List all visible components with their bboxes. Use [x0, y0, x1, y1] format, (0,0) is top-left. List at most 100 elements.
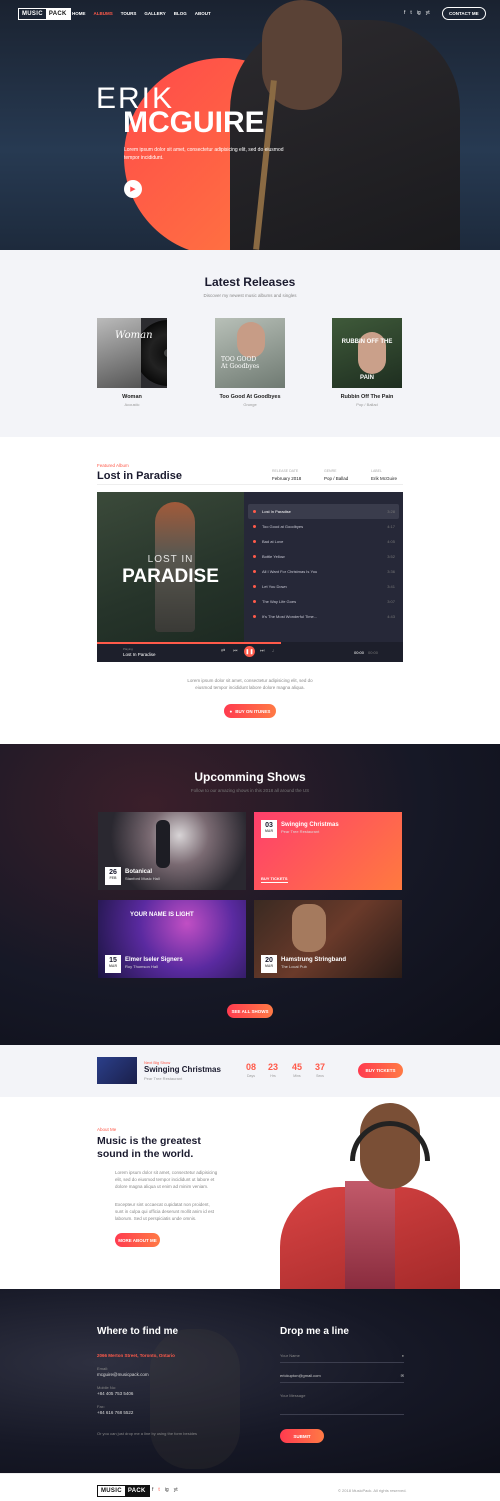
face-photo	[237, 322, 265, 358]
logo-text-b: PACK	[45, 9, 70, 19]
countdown-unit: Secs	[316, 1074, 324, 1078]
address: 2066 Merton Street, Toronto, Ontario	[97, 1353, 175, 1358]
track-name: The Way Life Goes	[262, 599, 297, 604]
hero-play-button[interactable]: ▶	[124, 180, 142, 198]
nav-home[interactable]: HOME	[72, 11, 86, 16]
shuffle-icon[interactable]: ⇄	[221, 648, 225, 654]
logo[interactable]: MUSIC PACK	[18, 8, 71, 20]
now-playing-title: Lost In Paradise	[123, 652, 156, 657]
meta-label: Genre	[324, 469, 337, 473]
hero-text: Lorem ipsum dolor sit amet, consectetur …	[124, 147, 284, 161]
meta-value: Pop / Ballad	[324, 476, 349, 481]
logo-text-a: MUSIC	[101, 1488, 122, 1494]
countdown-days: 08 Days	[243, 1062, 259, 1078]
youtube-icon[interactable]: yt	[174, 1487, 178, 1493]
submit-button[interactable]: SUBMIT	[280, 1429, 324, 1443]
about-title: Music is the greatest sound in the world…	[97, 1135, 201, 1160]
see-all-shows-button[interactable]: SEE ALL SHOWS	[227, 1004, 273, 1018]
track-dot	[253, 525, 256, 528]
track-item[interactable]: All I Want For Christmas Is You 3:36	[244, 564, 403, 579]
countdown-number: 37	[314, 1062, 325, 1072]
album-cover-rubbin[interactable]: RUBBIN OFF THE PAIN	[332, 318, 402, 388]
album-name[interactable]: Rubbin Off The Pain	[322, 394, 412, 400]
apple-icon: ●	[229, 708, 233, 714]
prev-icon[interactable]: ⏮	[233, 648, 238, 654]
show-card[interactable]: YOUR NAME IS LIGHT 15 MAR Elmer Iseler Si…	[98, 900, 246, 978]
track-item[interactable]: Lost In Paradise 3:28	[248, 504, 399, 519]
track-item[interactable]: The Way Life Goes 3:07	[244, 594, 403, 609]
time-current: 00:00	[354, 650, 365, 655]
player-bar: Playing Lost In Paradise ⇄ ⏮ ❚❚ ⏭ ♩ 00:0…	[97, 642, 403, 662]
about-title-line: Music is the greatest	[97, 1135, 201, 1147]
nav-tours[interactable]: TOURS	[121, 11, 137, 16]
next-show-countdown: Next Big Show Swinging Christmas Pear Tr…	[0, 1045, 500, 1097]
track-item[interactable]: Bottle Yellow 3:52	[244, 549, 403, 564]
track-item[interactable]: Bad at Love 4:05	[244, 534, 403, 549]
buy-tickets-button[interactable]: BUY TICKETS	[358, 1063, 403, 1078]
instagram-icon[interactable]: ig	[165, 1487, 169, 1493]
header-social: f t ig yt	[404, 10, 430, 16]
name-field[interactable]: Your Name ●	[280, 1353, 404, 1363]
twitter-icon[interactable]: t	[410, 10, 411, 16]
email-value[interactable]: mcguire@musicpack.com	[97, 1372, 149, 1377]
contact-me-button[interactable]: CONTACT ME	[442, 7, 486, 20]
track-duration: 3:52	[387, 554, 395, 559]
next-icon[interactable]: ⏭	[260, 648, 265, 654]
email-label: Email:	[97, 1366, 109, 1371]
buy-tickets-link[interactable]: BUY TICKETS	[261, 876, 288, 883]
show-date: 20 MAR	[261, 955, 277, 973]
upcoming-shows-section: Upcomming Shows Follow to our amazing sh…	[0, 744, 500, 1045]
nav-blog[interactable]: BLOG	[174, 11, 187, 16]
track-item[interactable]: It's The Most Wonderful Time... 4:43	[244, 609, 403, 624]
logo-text-b: PACK	[124, 1486, 149, 1496]
message-field[interactable]: Your Message	[280, 1393, 404, 1415]
show-month: FEB	[109, 876, 117, 880]
track-list: Lost In Paradise 3:28 Too Good at Goodbye…	[244, 492, 403, 642]
drop-line-title: Drop me a line	[280, 1326, 349, 1337]
nav-albums[interactable]: ALBUMS	[94, 11, 113, 16]
album-cover-text: RUBBIN OFF THE PAIN	[341, 339, 393, 381]
volume-icon[interactable]: ♩	[272, 648, 277, 654]
footer: MUSIC PACK f t ig yt © 2018 MusicPack. A…	[0, 1473, 500, 1501]
track-item[interactable]: Too Good at Goodbyes 4:17	[244, 519, 403, 534]
facebook-icon[interactable]: f	[404, 10, 405, 16]
track-dot	[253, 570, 256, 573]
facebook-icon[interactable]: f	[152, 1487, 153, 1493]
album-name[interactable]: Woman	[97, 394, 167, 400]
show-card[interactable]: 03 MAR Swinging Christmas Pear Tree Resta…	[254, 812, 402, 890]
youtube-icon[interactable]: yt	[426, 10, 430, 16]
contact-mobile: Mobile No: +84 405 753 5406	[97, 1385, 133, 1396]
show-card[interactable]: 26 FEB Botanical Stanford Music Hall	[98, 812, 246, 890]
show-name: Elmer Iseler Signers	[125, 957, 183, 963]
show-day: 20	[265, 957, 273, 964]
progress-fill[interactable]	[97, 642, 281, 644]
show-day: 03	[265, 822, 273, 829]
album-cover-woman[interactable]: Woman	[97, 318, 167, 388]
show-card[interactable]: 20 MAR Hamstrung Stringband The Local Pub	[254, 900, 402, 978]
show-venue: The Local Pub	[281, 964, 307, 969]
track-duration: 4:05	[387, 539, 395, 544]
album-cover-too-good[interactable]: TOO GOOD At Goodbyes	[215, 318, 285, 388]
footer-logo[interactable]: MUSIC PACK	[97, 1485, 150, 1497]
show-day: 26	[109, 869, 117, 876]
meta-label: Release date	[272, 469, 299, 473]
track-item[interactable]: Let You Down 3:41	[244, 579, 403, 594]
email-field[interactable]: erickupton@gmail.com ✉	[280, 1373, 404, 1383]
nav-gallery[interactable]: GALLERY	[144, 11, 165, 16]
nav-about[interactable]: ABOUT	[195, 11, 211, 16]
shows-subtitle: Follow to our amazing shows in this 2018…	[190, 788, 310, 793]
woman-photo	[97, 318, 141, 388]
track-name: Bad at Love	[262, 539, 284, 544]
track-dot	[253, 540, 256, 543]
more-about-me-button[interactable]: MORE ABOUT ME	[115, 1233, 160, 1247]
album-genre: Acoustic	[124, 402, 140, 407]
album-art-small-text: LOST IN	[147, 554, 194, 565]
pause-button[interactable]: ❚❚	[244, 646, 255, 657]
instagram-icon[interactable]: ig	[417, 10, 421, 16]
album-name[interactable]: Too Good At Goodbyes	[200, 394, 300, 400]
buy-itunes-button[interactable]: ● BUY ON ITUNES	[224, 704, 276, 718]
show-day: 15	[109, 957, 117, 964]
find-me-title: Where to find me	[97, 1326, 179, 1337]
show-name: Swinging Christmas	[281, 822, 339, 828]
twitter-icon[interactable]: t	[158, 1487, 159, 1493]
